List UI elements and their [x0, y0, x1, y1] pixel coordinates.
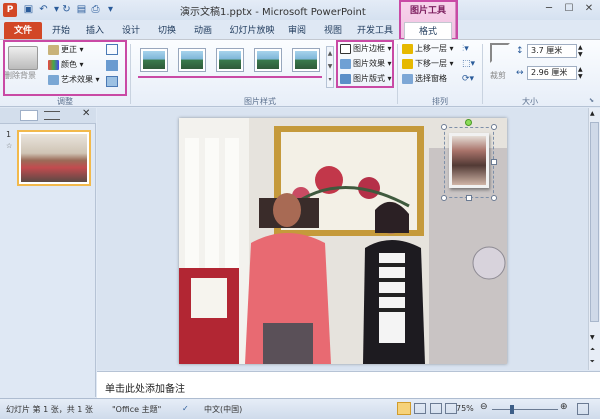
- scroll-down-icon[interactable]: ▼: [590, 334, 595, 341]
- minimize-button[interactable]: ─: [540, 2, 558, 16]
- next-slide-icon[interactable]: ⏷: [590, 358, 595, 366]
- spell-check-icon[interactable]: ✓: [182, 404, 189, 413]
- notes-pane[interactable]: 单击此处添加备注: [97, 371, 600, 398]
- print-icon[interactable]: ⎙: [89, 3, 102, 16]
- gallery-scroll[interactable]: ▲ ▼ ▾: [326, 46, 334, 88]
- send-backward-button[interactable]: 下移一层 ▾: [402, 58, 454, 70]
- slide-number: 1: [6, 130, 12, 139]
- resize-handle[interactable]: [491, 124, 497, 130]
- zoom-level[interactable]: 75%: [456, 404, 474, 413]
- zoom-in-icon[interactable]: ⊕: [560, 402, 568, 412]
- powerpoint-logo-icon: P: [3, 3, 17, 17]
- crop-button[interactable]: 裁剪: [490, 70, 506, 82]
- group-divider: [130, 44, 131, 104]
- undo-icon[interactable]: ↶: [37, 3, 50, 16]
- close-pane-icon[interactable]: ✕: [82, 108, 90, 119]
- slide-canvas[interactable]: [179, 118, 507, 364]
- tab-slideshow[interactable]: 幻灯片放映: [226, 22, 278, 40]
- customize-qat-icon[interactable]: ▾: [104, 3, 117, 16]
- scroll-up-icon[interactable]: ▲: [590, 110, 595, 117]
- ribbon-tabs: 文件 开始 插入 设计 切换 动画 幻灯片放映 审阅 视图 开发工具 格式 ▵ …: [0, 20, 600, 54]
- height-field[interactable]: 3.7 厘米: [527, 44, 577, 58]
- slide-editor: [97, 108, 589, 370]
- slide-indicator: 幻灯片 第 1 张，共 1 张: [6, 405, 93, 414]
- picture-style-2[interactable]: [178, 48, 206, 72]
- ribbon: 删除背景 更正 ▾ 颜色 ▾ 艺术效果 ▾ 调整 ▲ ▼ ▾ 图片边框 ▾ 图片效果…: [0, 39, 600, 107]
- slide-star-icon: ☆: [6, 142, 13, 150]
- size-dialog-launcher-icon[interactable]: ⬊: [589, 97, 594, 104]
- resize-handle[interactable]: [491, 159, 497, 165]
- picture-styles-group-label: 图片样式: [244, 97, 276, 106]
- crop-icon[interactable]: [490, 43, 510, 63]
- maximize-button[interactable]: ☐: [560, 2, 578, 16]
- theme-name[interactable]: "Office 主题": [112, 404, 161, 415]
- notes-placeholder[interactable]: 单击此处添加备注: [105, 380, 185, 395]
- picture-style-1[interactable]: [140, 48, 168, 72]
- group-divider: [397, 44, 398, 104]
- width-spinner[interactable]: ▲ ▼: [578, 66, 583, 80]
- repeat-icon[interactable]: ↻: [60, 3, 73, 16]
- size-group-label: 大小: [522, 97, 538, 106]
- inset-photo[interactable]: [449, 133, 489, 188]
- reading-view-icon[interactable]: [430, 403, 442, 414]
- bring-forward-button[interactable]: 上移一层 ▾: [402, 43, 454, 55]
- outline-tab-icon[interactable]: [44, 111, 60, 120]
- bring-forward-icon: [402, 43, 413, 54]
- rotate-handle[interactable]: [465, 119, 472, 126]
- title-bar: P ▣ ↶ ▾ ↻ ▤ ⎙ ▾ 演示文稿1.pptx - Microsoft P…: [0, 0, 600, 40]
- height-spinner[interactable]: ▲ ▼: [578, 44, 583, 58]
- previous-slide-icon[interactable]: ⏶: [590, 346, 595, 354]
- pane-tabs: ✕: [0, 108, 96, 124]
- align-icon[interactable]: ⫶▾: [462, 44, 469, 54]
- tab-transitions[interactable]: 切换: [152, 22, 182, 40]
- close-window-button[interactable]: ✕: [580, 2, 598, 16]
- tab-view[interactable]: 视图: [318, 22, 348, 40]
- status-bar: 幻灯片 第 1 张，共 1 张 "Office 主题" ✓ 中文(中国) 75%…: [0, 398, 600, 419]
- slide-sorter-icon[interactable]: [414, 403, 426, 414]
- vertical-scrollbar[interactable]: ▲ ▼ ⏶ ⏷: [588, 108, 600, 370]
- tab-home[interactable]: 开始: [46, 22, 76, 40]
- print-preview-icon[interactable]: ▤: [75, 3, 88, 16]
- selection-pane-button[interactable]: 选择窗格: [402, 73, 447, 85]
- resize-handle[interactable]: [441, 124, 447, 130]
- normal-view-icon[interactable]: [397, 402, 411, 415]
- picture-style-3[interactable]: [216, 48, 244, 72]
- arrange-group-label: 排列: [432, 97, 448, 106]
- tab-format[interactable]: 格式: [404, 22, 452, 40]
- picture-style-5[interactable]: [292, 48, 320, 72]
- rotate-icon[interactable]: ⟳▾: [462, 74, 474, 84]
- adjust-group-label: 调整: [57, 97, 73, 106]
- scroll-thumb[interactable]: [590, 122, 599, 322]
- resize-handle[interactable]: [491, 195, 497, 201]
- zoom-out-icon[interactable]: ⊖: [480, 402, 488, 412]
- zoom-slider-thumb[interactable]: [510, 405, 514, 414]
- tab-animations[interactable]: 动画: [188, 22, 218, 40]
- selection-pane-icon: [402, 73, 413, 84]
- picture-style-4[interactable]: [254, 48, 282, 72]
- width-icon: ↔: [516, 68, 524, 78]
- send-backward-icon: [402, 58, 413, 69]
- resize-handle[interactable]: [466, 195, 472, 201]
- group-icon[interactable]: ⬚▾: [462, 59, 475, 69]
- window-title: 演示文稿1.pptx - Microsoft PowerPoint: [180, 7, 366, 18]
- language-indicator[interactable]: 中文(中国): [204, 404, 242, 415]
- width-field[interactable]: 2.96 厘米: [527, 66, 577, 80]
- highlight-style-options: [336, 40, 394, 88]
- zoom-slider[interactable]: [492, 409, 558, 410]
- tab-file[interactable]: 文件: [4, 22, 42, 40]
- group-divider: [482, 44, 483, 104]
- slides-tab-icon[interactable]: [20, 110, 38, 121]
- tab-design[interactable]: 设计: [116, 22, 146, 40]
- height-icon: ↕: [516, 46, 524, 56]
- tab-developer[interactable]: 开发工具: [354, 22, 396, 40]
- resize-handle[interactable]: [441, 195, 447, 201]
- tab-insert[interactable]: 插入: [80, 22, 110, 40]
- slides-pane: ✕ 1 ☆: [0, 108, 96, 397]
- highlight-adjust-group: [3, 40, 127, 96]
- highlight-style-gallery: [138, 76, 322, 78]
- tab-review[interactable]: 审阅: [282, 22, 312, 40]
- slide-thumbnail[interactable]: [17, 130, 91, 186]
- fit-to-window-icon[interactable]: [577, 403, 589, 415]
- save-icon[interactable]: ▣: [22, 3, 35, 16]
